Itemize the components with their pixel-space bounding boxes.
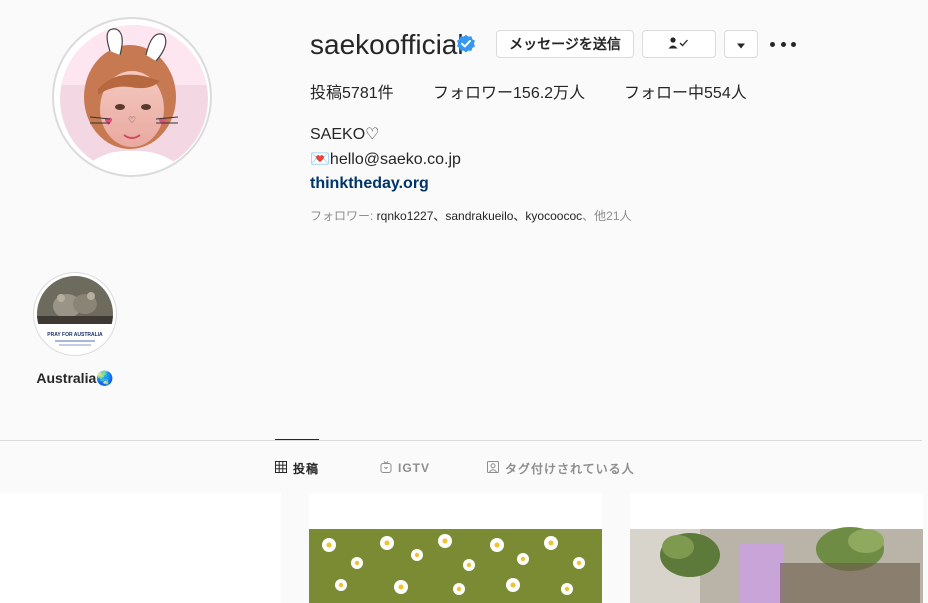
following-suffix: 人 [730,85,747,102]
profile-username: saekoofficial [310,29,464,60]
suggestions-dropdown-button[interactable] [724,30,758,58]
followed-by-prefix: フォロワー: [310,209,377,223]
active-tab-indicator [275,439,319,440]
followers-suffix: 人 [569,85,586,102]
tab-tagged-label: タグ付けされている人 [505,461,635,476]
following-label: フォロー中 [624,85,705,102]
followers-count[interactable]: フォロワー156.2万人 [433,84,585,104]
followers-value: 156.2万 [513,85,570,102]
posts-label: 投稿 [310,85,343,102]
more-horizontal-icon[interactable] [770,34,796,54]
following-value: 554 [704,85,731,102]
tabs-divider [0,440,922,441]
followers-label: フォロワー [433,85,514,102]
tab-igtv[interactable]: IGTV [380,460,430,476]
story-highlight-cover[interactable]: PRAY FOR AUSTRALIA [37,276,113,352]
grid-icon [275,460,287,476]
person-check-icon [668,36,690,52]
story-highlight-label: Australia🌏 [36,370,114,386]
tagged-icon [487,460,499,476]
tab-tagged[interactable]: タグ付けされている人 [487,460,635,476]
tab-posts[interactable]: 投稿 [275,460,319,476]
posts-count: 投稿5781件 [310,84,394,104]
post-tile[interactable] [630,493,923,603]
followed-by-text[interactable]: フォロワー: rqnko1227、sandrakueilo、kyocoococ、… [310,208,632,224]
send-message-button[interactable]: メッセージを送信 [496,30,634,58]
caret-down-icon [736,36,746,52]
followed-by-suffix: 、他21人 [582,209,632,223]
bio-email: 💌hello@saeko.co.jp [310,151,461,168]
tab-posts-label: 投稿 [293,461,320,476]
post-tile[interactable] [309,493,602,603]
bio-full-name: SAEKO♡ [310,126,380,143]
svg-text:♡: ♡ [128,116,136,126]
following-count[interactable]: フォロー中554人 [624,84,747,104]
highlight-cover-caption: PRAY FOR AUSTRALIA [47,332,103,338]
avatar[interactable]: ♥ ♥ ♡ [60,25,208,173]
posts-value: 5781 [342,85,378,102]
following-toggle-button[interactable] [642,30,716,58]
posts-suffix: 件 [377,85,394,102]
verified-badge-icon [456,34,476,54]
followed-by-names: rqnko1227、sandrakueilo、kyocoococ [376,209,583,223]
bio-website-link[interactable]: thinktheday.org [310,174,429,194]
post-tile[interactable] [0,493,281,603]
tab-igtv-label: IGTV [398,461,431,475]
igtv-icon [380,460,392,476]
